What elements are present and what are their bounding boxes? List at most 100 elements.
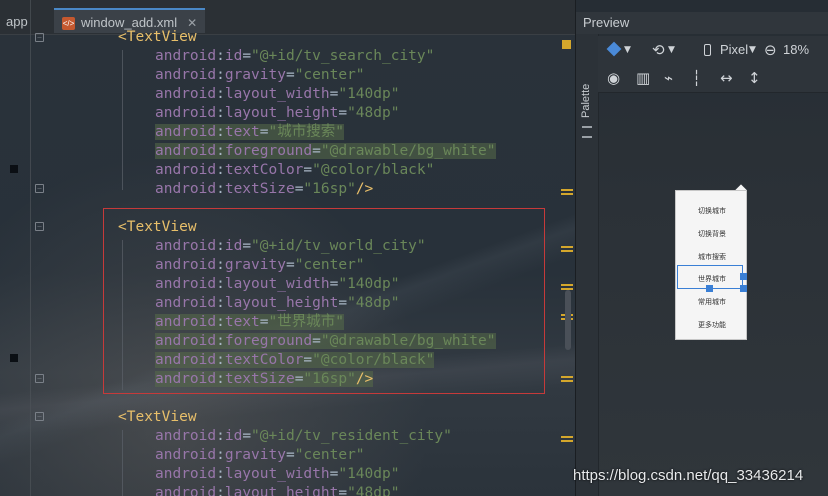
- code-line[interactable]: android:foreground="@drawable/bg_white": [155, 142, 496, 161]
- attribute-namespace: android: [155, 124, 217, 140]
- fold-icon[interactable]: –: [35, 412, 44, 421]
- attribute-name: textSize: [224, 181, 295, 197]
- selection-highlight-box: [103, 208, 545, 394]
- scroll-marker[interactable]: [561, 189, 573, 191]
- blueprint-icon[interactable]: ▥: [636, 64, 650, 92]
- indent-guide: [122, 430, 123, 496]
- equals: =: [285, 447, 295, 463]
- attribute-name: id: [224, 428, 243, 444]
- code-line[interactable]: android:textColor="@color/black": [155, 161, 434, 180]
- popup-menu-item[interactable]: 切换背景: [676, 223, 748, 245]
- xml-tag: <TextView: [118, 29, 197, 45]
- attribute-expression: android:gravity="center": [155, 447, 365, 463]
- scroll-marker[interactable]: [561, 436, 573, 438]
- fold-icon[interactable]: –: [35, 222, 44, 231]
- warning-marker-icon[interactable]: [562, 40, 571, 49]
- equals: =: [242, 48, 252, 64]
- chevron-down-icon[interactable]: ▼: [668, 36, 675, 64]
- attribute-name: text: [224, 124, 260, 140]
- scroll-marker[interactable]: [561, 284, 573, 286]
- colon: :: [216, 485, 225, 496]
- code-line[interactable]: android:id="@+id/tv_resident_city": [155, 427, 452, 446]
- popup-menu-item[interactable]: 更多功能: [676, 314, 748, 336]
- device-selector[interactable]: Pixel: [720, 36, 748, 64]
- bookmark-icon[interactable]: [10, 354, 18, 362]
- attribute-expression: android:textColor="@color/black": [155, 162, 434, 178]
- scroll-marker[interactable]: [561, 376, 573, 378]
- attribute-namespace: android: [155, 447, 217, 463]
- magnet-off-icon[interactable]: ⌁: [664, 64, 673, 92]
- colon: :: [216, 466, 225, 482]
- attribute-value: "48dp": [347, 485, 400, 496]
- attribute-value: "140dp": [338, 466, 400, 482]
- attribute-expression: android:layout_width="140dp": [155, 466, 399, 482]
- equals: =: [338, 105, 348, 121]
- attribute-name: layout_width: [224, 86, 330, 102]
- fold-icon[interactable]: –: [35, 184, 44, 193]
- device-icon[interactable]: [704, 44, 711, 56]
- attribute-name: foreground: [224, 143, 313, 159]
- code-line[interactable]: android:textSize="16sp"/>: [155, 180, 373, 199]
- chevron-down-icon[interactable]: ▼: [749, 36, 756, 64]
- attribute-expression: android:layout_width="140dp": [155, 86, 399, 102]
- code-line[interactable]: android:layout_height="48dp": [155, 484, 399, 496]
- code-line[interactable]: android:gravity="center": [155, 66, 365, 85]
- attribute-value: "center": [294, 447, 365, 463]
- resize-handle[interactable]: [706, 285, 713, 292]
- attribute-name: textColor: [224, 162, 304, 178]
- expand-vertical-icon[interactable]: ↕: [748, 64, 761, 92]
- code-line[interactable]: android:layout_width="140dp": [155, 465, 399, 484]
- error-marker-icon[interactable]: ┆: [692, 64, 701, 92]
- resize-handle[interactable]: [740, 285, 747, 292]
- scroll-marker[interactable]: [561, 246, 573, 248]
- attribute-value: "@+id/tv_resident_city": [251, 428, 452, 444]
- code-line[interactable]: android:text="城市搜索": [155, 123, 344, 142]
- colon: :: [216, 124, 225, 140]
- chevron-down-icon[interactable]: ▼: [624, 36, 631, 64]
- bookmark-icon[interactable]: [10, 165, 18, 173]
- palette-tool-window[interactable]: Palette: [576, 34, 599, 496]
- xml-tag-close: />: [355, 181, 374, 197]
- eye-icon[interactable]: ◉: [607, 64, 620, 92]
- popup-menu-item[interactable]: 常用城市: [676, 291, 748, 313]
- palette-label[interactable]: Palette: [580, 84, 592, 118]
- orientation-icon[interactable]: ⟲: [652, 36, 665, 64]
- attribute-namespace: android: [155, 428, 217, 444]
- colon: :: [216, 105, 225, 121]
- attribute-value: "@color/black": [312, 162, 435, 178]
- colon: :: [216, 428, 225, 444]
- attribute-namespace: android: [155, 162, 217, 178]
- attribute-expression: android:foreground="@drawable/bg_white": [155, 143, 496, 159]
- fold-icon[interactable]: –: [35, 374, 44, 383]
- expand-horizontal-icon[interactable]: ↔: [720, 64, 733, 92]
- preview-toolbar-bottom: ◉ ▥ ⌁ ┆ ↔ ↕: [598, 64, 828, 93]
- resize-handle[interactable]: [740, 273, 747, 280]
- code-editor[interactable]: app </> window_add.xml ✕ – – – – – <TextVi…: [0, 0, 575, 496]
- attribute-namespace: android: [155, 466, 217, 482]
- code-line[interactable]: android:layout_width="140dp": [155, 85, 399, 104]
- attribute-value: "center": [294, 67, 365, 83]
- colon: :: [216, 447, 225, 463]
- equals: =: [285, 67, 295, 83]
- code-line[interactable]: android:layout_height="48dp": [155, 104, 399, 123]
- code-line[interactable]: <TextView: [118, 408, 197, 427]
- attribute-value: "48dp": [347, 105, 400, 121]
- equals: =: [242, 428, 252, 444]
- xml-file-icon: </>: [62, 17, 75, 31]
- equals: =: [338, 485, 348, 496]
- editor-scrollbar[interactable]: [565, 290, 571, 350]
- zoom-level: 18%: [783, 42, 810, 57]
- attribute-namespace: android: [155, 48, 217, 64]
- code-line[interactable]: android:gravity="center": [155, 446, 365, 465]
- code-line[interactable]: android:id="@+id/tv_search_city": [155, 47, 434, 66]
- equals: =: [259, 124, 269, 140]
- fold-icon[interactable]: –: [35, 33, 44, 42]
- equals: =: [312, 143, 321, 159]
- attribute-value: "@drawable/bg_white": [320, 143, 496, 159]
- popup-menu-item[interactable]: 切换城市: [676, 200, 748, 222]
- code-line[interactable]: <TextView: [118, 28, 197, 47]
- zoom-out-icon[interactable]: ⊖: [764, 36, 777, 64]
- attribute-expression: android:text="城市搜索": [155, 124, 344, 140]
- editor-gutter[interactable]: – – – – –: [0, 33, 50, 496]
- layers-icon[interactable]: [606, 41, 622, 57]
